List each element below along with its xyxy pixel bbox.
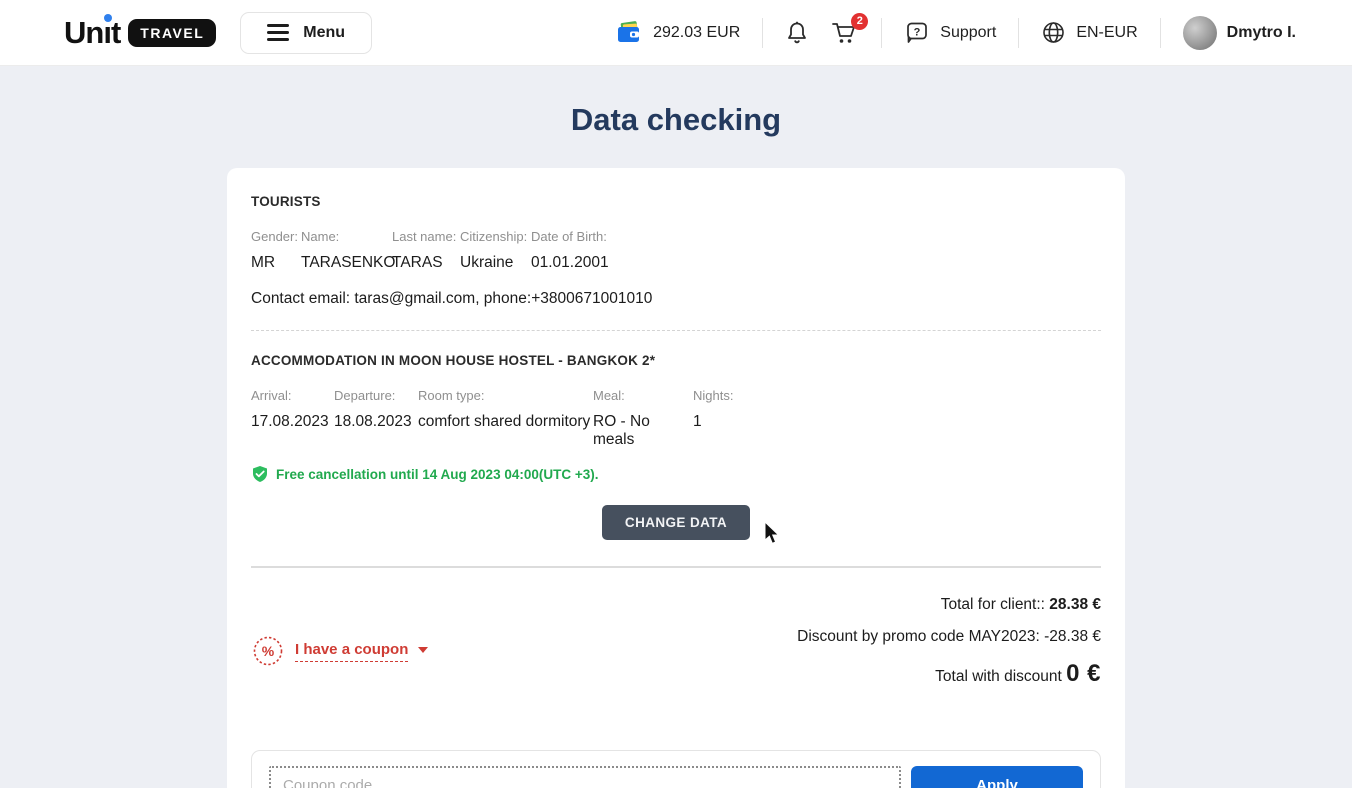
coupon-code-input[interactable] bbox=[269, 766, 901, 788]
header-divider bbox=[762, 18, 763, 48]
menu-button[interactable]: Menu bbox=[240, 12, 372, 54]
page-title: Data checking bbox=[0, 102, 1352, 138]
balance-amount: 292.03 EUR bbox=[653, 24, 740, 42]
locale-label: EN-EUR bbox=[1076, 24, 1137, 42]
section-divider bbox=[251, 566, 1101, 568]
room-type: comfort shared dormitory bbox=[418, 413, 593, 449]
column-header: Departure: bbox=[334, 388, 418, 403]
percent-badge-icon: % bbox=[251, 634, 285, 668]
column-header: Last name: bbox=[392, 229, 460, 244]
hamburger-icon bbox=[267, 24, 289, 41]
free-cancellation-text: Free cancellation until 14 Aug 2023 04:0… bbox=[276, 467, 598, 482]
meal-plan: RO - No meals bbox=[593, 413, 693, 449]
tourist-citizenship: Ukraine bbox=[460, 254, 531, 272]
svg-text:%: % bbox=[262, 643, 275, 659]
tourist-dob: 01.01.2001 bbox=[531, 254, 1101, 272]
total-with-discount-line: Total with discount 0 € bbox=[797, 660, 1101, 688]
support-label: Support bbox=[940, 24, 996, 42]
accommodation-row: 17.08.2023 18.08.2023 comfort shared dor… bbox=[251, 413, 1101, 449]
user-menu[interactable]: Dmytro I. bbox=[1183, 16, 1296, 50]
column-header: Date of Birth: bbox=[531, 229, 1101, 244]
tourist-lastname: TARAS bbox=[392, 254, 460, 272]
globe-icon bbox=[1041, 20, 1066, 45]
total-with-discount-value: 0 € bbox=[1066, 660, 1101, 687]
chevron-down-icon bbox=[418, 647, 428, 653]
locale-selector[interactable]: EN-EUR bbox=[1041, 20, 1137, 45]
logo-dot bbox=[104, 14, 112, 22]
discount-line: Discount by promo code MAY2023: -28.38 € bbox=[797, 628, 1101, 646]
accommodation-section-title: ACCOMMODATION IN MOON HOUSE HOSTEL - BAN… bbox=[251, 353, 1101, 368]
discount-value: -28.38 € bbox=[1044, 628, 1101, 645]
support-button[interactable]: ? Support bbox=[904, 20, 996, 46]
wallet-balance[interactable]: 292.03 EUR bbox=[615, 20, 740, 46]
free-cancellation-line: Free cancellation until 14 Aug 2023 04:0… bbox=[251, 465, 1101, 483]
header-divider bbox=[1160, 18, 1161, 48]
tourist-gender: MR bbox=[251, 254, 301, 272]
cart-count-badge: 2 bbox=[851, 13, 868, 30]
coupon-toggle-label: I have a coupon bbox=[295, 641, 408, 662]
column-header: Citizenship: bbox=[460, 229, 531, 244]
dashed-divider bbox=[251, 330, 1101, 331]
support-icon: ? bbox=[904, 20, 930, 46]
column-header: Meal: bbox=[593, 388, 693, 403]
logo[interactable]: Unıt TRAVEL bbox=[64, 15, 216, 51]
contact-line: Contact email: taras@gmail.com, phone:+3… bbox=[251, 290, 1101, 308]
logo-text: Unıt bbox=[64, 15, 120, 51]
tourist-row: MR TARASENKO TARAS Ukraine 01.01.2001 bbox=[251, 254, 1101, 272]
column-header: Name: bbox=[301, 229, 392, 244]
change-data-button[interactable]: CHANGE DATA bbox=[602, 505, 750, 540]
column-header: Room type: bbox=[418, 388, 593, 403]
user-name: Dmytro I. bbox=[1227, 24, 1296, 42]
wallet-icon bbox=[615, 20, 643, 46]
coupon-toggle[interactable]: % I have a coupon bbox=[251, 600, 428, 702]
totals-summary: Total for client:: 28.38 € Discount by p… bbox=[797, 596, 1101, 702]
header-divider bbox=[881, 18, 882, 48]
menu-label: Menu bbox=[303, 24, 345, 42]
booking-card: TOURISTS Gender: Name: Last name: Citize… bbox=[227, 168, 1125, 788]
total-for-client-value: 28.38 € bbox=[1049, 596, 1101, 613]
total-for-client-line: Total for client:: 28.38 € bbox=[797, 596, 1101, 614]
nights-count: 1 bbox=[693, 413, 1101, 449]
accommodation-column-headers: Arrival: Departure: Room type: Meal: Nig… bbox=[251, 388, 1101, 403]
tourists-section-title: TOURISTS bbox=[251, 194, 1101, 209]
notifications-button[interactable] bbox=[785, 20, 809, 46]
tourist-name: TARASENKO bbox=[301, 254, 392, 272]
shield-check-icon bbox=[251, 465, 269, 483]
tourists-column-headers: Gender: Name: Last name: Citizenship: Da… bbox=[251, 229, 1101, 244]
header-divider bbox=[1018, 18, 1019, 48]
svg-text:?: ? bbox=[914, 26, 921, 38]
departure-date: 18.08.2023 bbox=[334, 413, 418, 449]
apply-coupon-button[interactable]: Apply bbox=[911, 766, 1083, 788]
user-avatar bbox=[1183, 16, 1217, 50]
column-header: Nights: bbox=[693, 388, 1101, 403]
column-header: Arrival: bbox=[251, 388, 334, 403]
cart-button[interactable]: 2 bbox=[831, 20, 859, 46]
coupon-box: Apply (Only one coupon can be used) bbox=[251, 750, 1101, 788]
arrival-date: 17.08.2023 bbox=[251, 413, 334, 449]
top-bar: Unıt TRAVEL Menu 292.03 EUR bbox=[0, 0, 1352, 66]
bell-icon bbox=[785, 20, 809, 46]
logo-badge: TRAVEL bbox=[128, 19, 216, 47]
column-header: Gender: bbox=[251, 229, 301, 244]
